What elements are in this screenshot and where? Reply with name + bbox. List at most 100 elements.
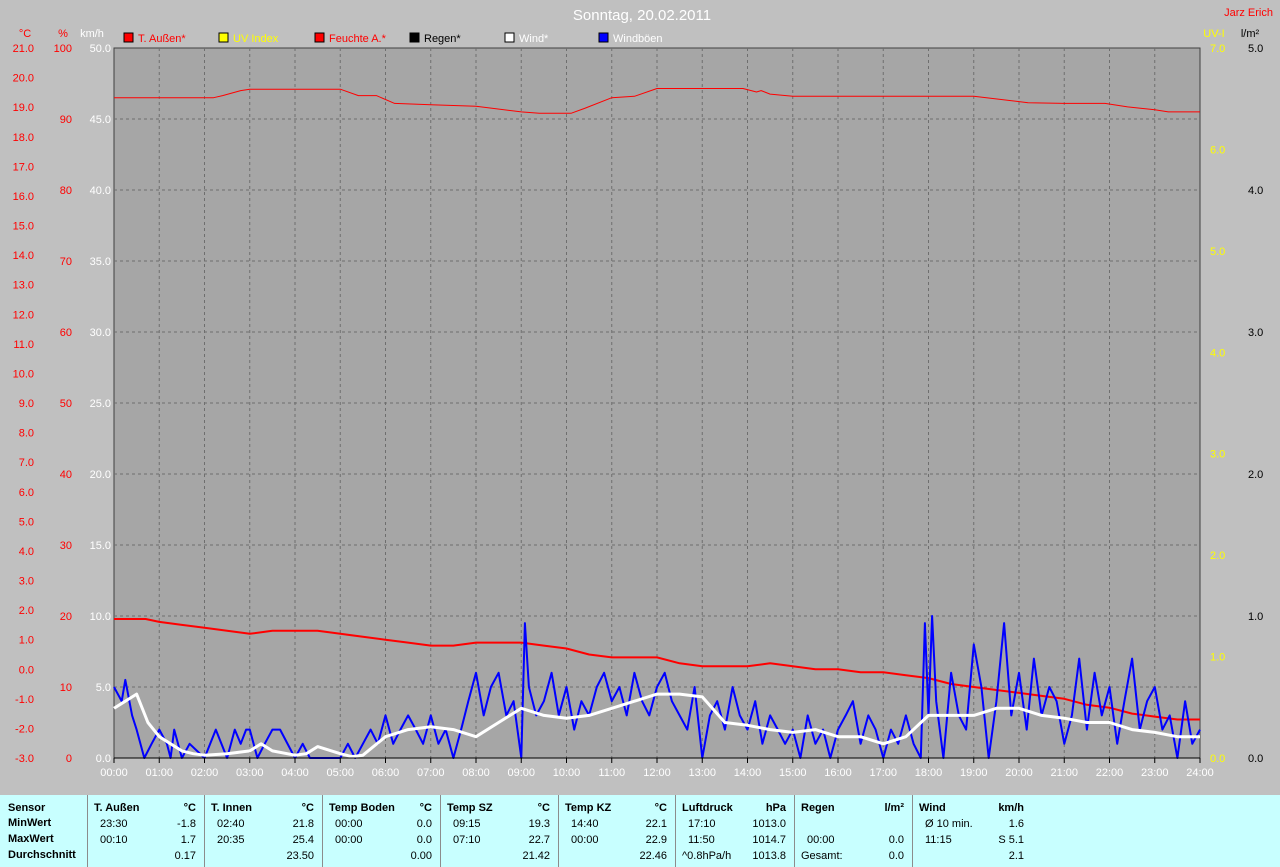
x-tick-label: 00:00 — [100, 767, 128, 779]
humidity-tick: 70 — [60, 256, 72, 268]
temp-tick: 4.0 — [19, 546, 34, 558]
legend-label: Wind* — [519, 33, 549, 45]
legend-label: Windböen — [613, 33, 663, 45]
table-cell-max-value: 22.9 — [645, 834, 667, 846]
x-tick-label: 02:00 — [191, 767, 219, 779]
table-cell-min-time: 02:40 — [217, 818, 245, 830]
temp-tick: -1.0 — [15, 694, 34, 706]
x-tick-label: 12:00 — [643, 767, 671, 779]
x-tick-label: 07:00 — [417, 767, 445, 779]
table-cell-avg-value: 22.46 — [639, 850, 667, 862]
uv-tick: 2.0 — [1210, 550, 1225, 562]
temp-tick: 20.0 — [13, 73, 34, 85]
table-cell-unit: hPa — [765, 802, 786, 814]
humidity-tick: 0 — [66, 753, 72, 765]
temp-tick: 1.0 — [19, 635, 34, 647]
legend-swatch — [218, 32, 229, 43]
temp-tick: 3.0 — [19, 576, 34, 588]
table-cell-avg-time: ^0.8hPa/h — [682, 850, 732, 862]
legend-label: Regen* — [424, 33, 461, 45]
table-cell-min-time: 23:30 — [100, 818, 128, 830]
x-tick-label: 13:00 — [688, 767, 716, 779]
uv-axis-label: UV-I — [1203, 28, 1224, 40]
table-cell-avg-value: 21.42 — [522, 850, 550, 862]
table-cell-max-time: MaxWert — [8, 833, 54, 845]
temp-tick: 6.0 — [19, 487, 34, 499]
table-cell-unit: °C — [654, 802, 667, 814]
table-cell-unit: °C — [537, 802, 550, 814]
table-cell-max-value: 0.0 — [888, 834, 904, 846]
table-column: Wind km/h Ø 10 min. 1.6 11:15 S 5.1 2.1 — [913, 795, 1032, 867]
temp-tick: 12.0 — [13, 309, 34, 321]
table-cell-max-value: 22.7 — [528, 834, 550, 846]
humidity-tick: 50 — [60, 398, 72, 410]
statistics-table: Sensor MinWert MaxWert Durchschnitt T. Außen… — [0, 795, 1280, 867]
x-tick-label: 21:00 — [1050, 767, 1078, 779]
x-tick-label: 17:00 — [869, 767, 897, 779]
x-tick-label: 23:00 — [1141, 767, 1169, 779]
humidity-tick: 90 — [60, 114, 72, 126]
table-cell-header: T. Innen — [211, 802, 252, 814]
wind-tick: 10.0 — [90, 611, 111, 623]
table-cell-min-value: 22.1 — [645, 818, 667, 830]
wind-tick: 15.0 — [90, 540, 111, 552]
table-column: Temp KZ °C 14:40 22.1 00:00 22.9 22.46 — [559, 795, 676, 867]
x-tick-label: 18:00 — [915, 767, 943, 779]
table-column: Temp SZ °C 09:15 19.3 07:10 22.7 21.42 — [441, 795, 559, 867]
temp-tick: 15.0 — [13, 221, 34, 233]
temp-tick: 21.0 — [13, 43, 34, 55]
temp-tick: 14.0 — [13, 250, 34, 262]
legend-swatch — [504, 32, 515, 43]
temp-tick: -2.0 — [15, 723, 34, 735]
table-cell-header: T. Außen — [94, 802, 140, 814]
table-cell-max-value: 25.4 — [292, 834, 314, 846]
temp-tick: 11.0 — [13, 339, 34, 351]
table-cell-avg-value: 2.1 — [1008, 850, 1024, 862]
table-cell-min-value: -1.8 — [177, 818, 196, 830]
table-cell-unit: °C — [419, 802, 432, 814]
x-tick-label: 15:00 — [779, 767, 807, 779]
uv-tick: 1.0 — [1210, 652, 1225, 664]
table-cell-max-value: 1.7 — [180, 834, 196, 846]
table-cell-header: Temp SZ — [447, 802, 493, 814]
table-cell-max-value: 0.0 — [416, 834, 432, 846]
x-tick-label: 09:00 — [507, 767, 535, 779]
table-column: T. Außen °C 23:30 -1.8 00:10 1.7 0.17 — [88, 795, 205, 867]
wind-tick: 20.0 — [90, 469, 111, 481]
x-tick-label: 10:00 — [553, 767, 581, 779]
table-cell-min-time: 09:15 — [453, 818, 481, 830]
table-cell-min-value: 1013.0 — [752, 818, 786, 830]
wind-tick: 45.0 — [90, 114, 111, 126]
table-cell-avg-value: 0.00 — [410, 850, 432, 862]
table-cell-max-time: 00:00 — [335, 834, 363, 846]
legend-label: Feuchte A.* — [329, 33, 387, 45]
table-cell-max-time: 11:15 — [925, 834, 952, 846]
chart-legend: T. Außen* UV Index Feuchte A.* Regen* Wind* W… — [123, 32, 663, 45]
x-tick-label: 16:00 — [824, 767, 852, 779]
temp-tick: 18.0 — [13, 132, 34, 144]
temp-axis-label: °C — [19, 28, 31, 40]
temp-tick: -3.0 — [15, 753, 34, 765]
humidity-tick: 20 — [60, 611, 72, 623]
rain-axis-label: l/m² — [1241, 28, 1260, 40]
legend-swatch — [409, 32, 420, 43]
legend-label: T. Außen* — [138, 33, 186, 45]
table-column: Luftdruck hPa 17:10 1013.0 11:50 1014.7 ^0.8hP… — [676, 795, 795, 867]
table-cell-max-time: 00:10 — [100, 834, 128, 846]
x-tick-label: 24:00 — [1186, 767, 1214, 779]
chart-title: Sonntag, 20.02.2011 — [573, 7, 711, 24]
temp-tick: 13.0 — [13, 280, 34, 292]
table-cell-max-time: 00:00 — [807, 834, 835, 846]
temp-tick: 10.0 — [13, 368, 34, 380]
wind-tick: 50.0 — [90, 43, 111, 55]
table-cell-header: Temp KZ — [565, 802, 612, 814]
x-tick-label: 06:00 — [372, 767, 400, 779]
temp-tick: 16.0 — [13, 191, 34, 203]
x-tick-label: 03:00 — [236, 767, 264, 779]
wind-tick: 30.0 — [90, 327, 111, 339]
x-tick-label: 05:00 — [326, 767, 354, 779]
table-cell-avg-value: 0.0 — [888, 850, 904, 862]
x-axis-ticks: 00:00 01:00 02:00 03:00 04:00 05:00 06:00 07:00… — [100, 757, 1214, 779]
table-cell-max-time: 07:10 — [453, 834, 481, 846]
table-cell-max-value: 1014.7 — [752, 834, 786, 846]
